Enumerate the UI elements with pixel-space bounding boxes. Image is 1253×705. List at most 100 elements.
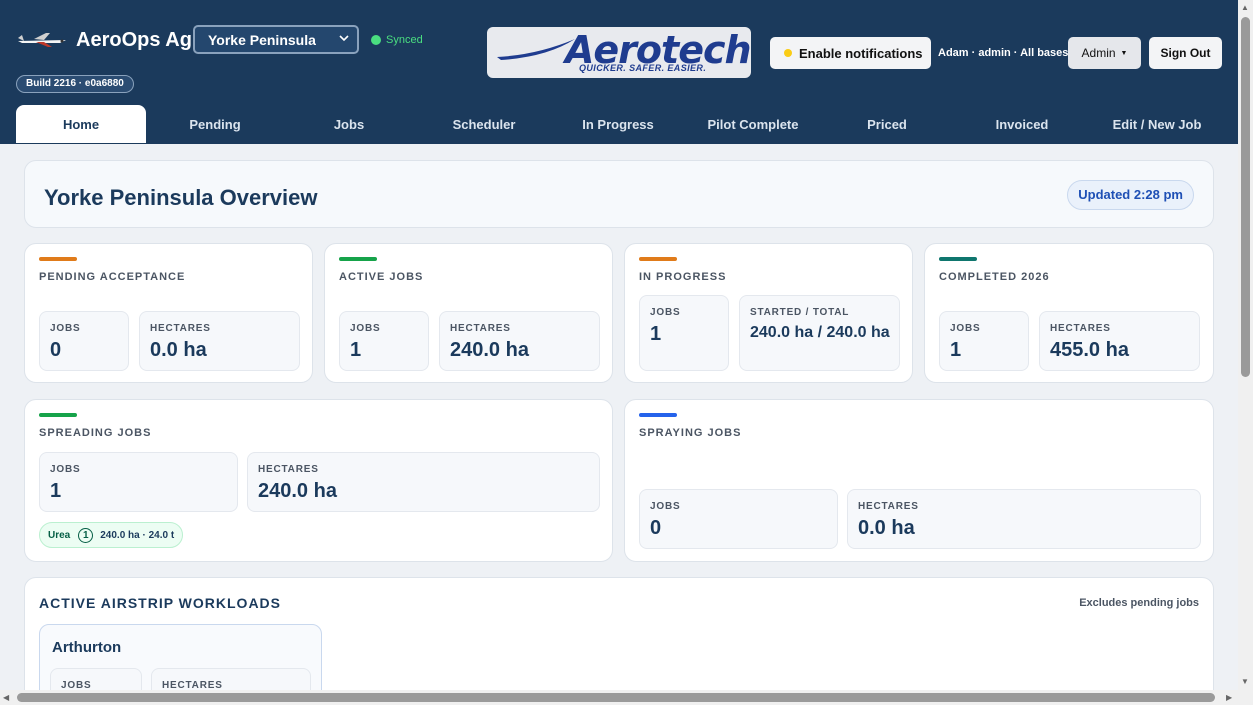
card-title: SPRAYING JOBS <box>639 427 742 439</box>
card-title: COMPLETED 2026 <box>939 271 1050 283</box>
metric-label: HECTARES <box>258 464 319 475</box>
jobs-metric: JOBS 0 <box>39 311 129 371</box>
metric-value: 0.0 ha <box>150 339 207 361</box>
metric-label: JOBS <box>50 323 81 334</box>
metric-label: STARTED / TOTAL <box>750 307 850 318</box>
metric-value: 455.0 ha <box>1050 339 1129 361</box>
metric-value: 0 <box>650 517 662 539</box>
notification-dot-icon <box>784 49 792 57</box>
scroll-up-icon[interactable]: ▲ <box>1241 3 1249 12</box>
metric-label: JOBS <box>950 323 981 334</box>
card-title: ACTIVE JOBS <box>339 271 424 283</box>
jobs-metric: JOBS 1 <box>339 311 429 371</box>
chevron-down-icon <box>339 35 349 42</box>
product-chip[interactable]: Urea 1 240.0 ha · 24.0 t <box>39 522 184 548</box>
card-title: PENDING ACCEPTANCE <box>39 271 186 283</box>
metric-label: JOBS <box>350 323 381 334</box>
scroll-left-icon[interactable]: ◀ <box>3 693 9 702</box>
card-accent <box>939 257 977 261</box>
role-dropdown[interactable]: Admin ▼ <box>1068 37 1141 69</box>
tab-pilot-complete[interactable]: Pilot Complete <box>688 104 818 144</box>
metric-label: HECTARES <box>1050 323 1111 334</box>
card-title: IN PROGRESS <box>639 271 727 283</box>
completed-card[interactable]: COMPLETED 2026 JOBS 1 HECTARES 455.0 ha <box>924 243 1214 383</box>
active-jobs-card[interactable]: ACTIVE JOBS JOBS 1 HECTARES 240.0 ha <box>324 243 613 383</box>
metric-value: 1 <box>50 480 62 502</box>
overview-header: Yorke Peninsula Overview Updated 2:28 pm <box>24 160 1214 228</box>
tab-in-progress[interactable]: In Progress <box>553 104 683 144</box>
tab-scheduler[interactable]: Scheduler <box>419 104 549 144</box>
tab-edit-new-job[interactable]: Edit / New Job <box>1091 104 1223 144</box>
metric-value: 240.0 ha / 240.0 ha <box>750 324 890 341</box>
region-value: Yorke Peninsula <box>208 32 316 48</box>
page-title: Yorke Peninsula Overview <box>44 185 318 210</box>
card-accent <box>639 413 677 417</box>
app-name: AeroOps Ag <box>76 29 192 51</box>
section-note: Excludes pending jobs <box>1079 597 1199 609</box>
tab-home[interactable]: Home <box>16 105 146 143</box>
hectares-metric: HECTARES 0.0 ha <box>847 489 1201 549</box>
airstrip-name: Arthurton <box>52 639 122 656</box>
jobs-metric: JOBS 1 <box>639 295 729 371</box>
card-accent <box>39 257 77 261</box>
card-title: SPREADING JOBS <box>39 427 152 439</box>
enable-notifications-label: Enable notifications <box>799 45 923 61</box>
role-label: Admin <box>1081 46 1116 60</box>
aerotech-logo: Aerotech QUICKER. SAFER. EASIER. <box>487 27 751 78</box>
metric-label: JOBS <box>650 307 681 318</box>
hectares-metric: HECTARES 0.0 ha <box>139 311 300 371</box>
scrollbar-thumb[interactable] <box>1241 17 1250 377</box>
sync-status: Synced <box>371 34 423 46</box>
card-accent <box>339 257 377 261</box>
spreading-jobs-card[interactable]: SPREADING JOBS JOBS 1 HECTARES 240.0 ha … <box>24 399 613 562</box>
in-progress-card[interactable]: IN PROGRESS JOBS 1 STARTED / TOTAL 240.0… <box>624 243 913 383</box>
jobs-metric: JOBS 0 <box>639 489 838 549</box>
metric-label: HECTARES <box>150 323 211 334</box>
metric-value: 1 <box>350 339 362 361</box>
spraying-jobs-card[interactable]: SPRAYING JOBS JOBS 0 HECTARES 0.0 ha <box>624 399 1214 562</box>
metric-value: 0.0 ha <box>858 517 915 539</box>
horizontal-scrollbar[interactable]: ◀ ▶ <box>0 690 1238 705</box>
logo-tagline: QUICKER. SAFER. EASIER. <box>579 63 707 73</box>
card-accent <box>639 257 677 261</box>
updated-badge: Updated 2:28 pm <box>1067 180 1194 210</box>
tab-pending[interactable]: Pending <box>150 104 280 144</box>
vertical-scrollbar[interactable]: ▲ ▼ <box>1238 0 1253 705</box>
plane-icon <box>18 33 66 47</box>
top-bar: AeroOps Ag Yorke Peninsula Synced Build … <box>0 0 1238 144</box>
metric-value: 1 <box>650 323 662 345</box>
hectares-metric: HECTARES 240.0 ha <box>247 452 600 512</box>
enable-notifications-button[interactable]: Enable notifications <box>770 37 931 69</box>
scroll-right-icon[interactable]: ▶ <box>1226 693 1232 702</box>
pending-acceptance-card[interactable]: PENDING ACCEPTANCE JOBS 0 HECTARES 0.0 h… <box>24 243 313 383</box>
metric-label: JOBS <box>50 464 81 475</box>
metric-value: 240.0 ha <box>450 339 529 361</box>
region-select[interactable]: Yorke Peninsula <box>193 25 359 54</box>
sync-status-label: Synced <box>386 34 423 46</box>
product-summary: 240.0 ha · 24.0 t <box>100 529 175 541</box>
metric-value: 1 <box>950 339 962 361</box>
metric-label: HECTARES <box>858 501 919 512</box>
scrollbar-thumb[interactable] <box>17 693 1215 702</box>
tab-invoiced[interactable]: Invoiced <box>957 104 1087 144</box>
user-info: Adam · admin · All bases <box>938 47 1069 59</box>
jobs-metric: JOBS 1 <box>939 311 1029 371</box>
section-title: ACTIVE AIRSTRIP WORKLOADS <box>39 595 282 611</box>
metric-label: HECTARES <box>450 323 511 334</box>
status-dot-icon <box>371 35 381 45</box>
tab-jobs[interactable]: Jobs <box>284 104 414 144</box>
product-name: Urea <box>48 529 71 541</box>
hectares-metric: HECTARES 240.0 ha <box>439 311 600 371</box>
build-badge: Build 2216 · e0a6880 <box>16 75 134 93</box>
metric-value: 240.0 ha <box>258 480 337 502</box>
jobs-metric: JOBS 1 <box>39 452 238 512</box>
airstrip-workloads-section: ACTIVE AIRSTRIP WORKLOADS Excludes pendi… <box>24 577 1214 705</box>
scroll-down-icon[interactable]: ▼ <box>1241 677 1249 686</box>
card-accent <box>39 413 77 417</box>
metric-label: JOBS <box>650 501 681 512</box>
hectares-metric: HECTARES 455.0 ha <box>1039 311 1200 371</box>
metric-value: 0 <box>50 339 62 361</box>
sign-out-button[interactable]: Sign Out <box>1149 37 1222 69</box>
tab-priced[interactable]: Priced <box>822 104 952 144</box>
product-count: 1 <box>78 527 94 543</box>
